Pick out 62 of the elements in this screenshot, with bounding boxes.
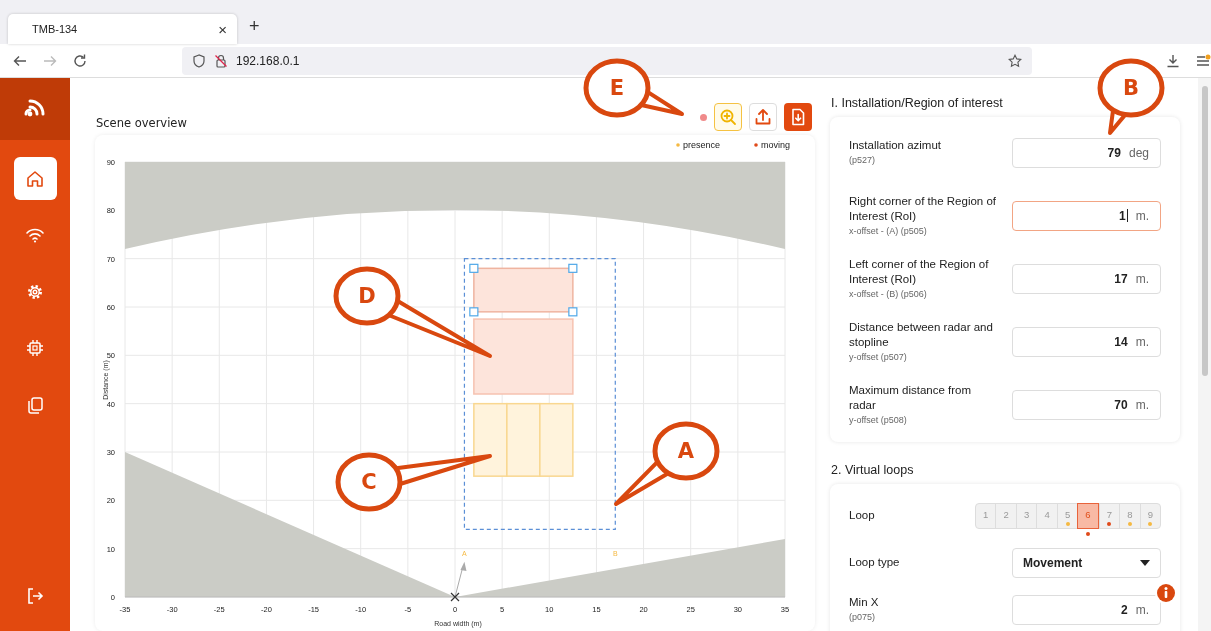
field-label: Left corner of the Region of Interest (RoI) <box>849 256 990 287</box>
parameter-hint: x-offset - (A) (p505) <box>849 224 928 238</box>
field-label: Distance between radar and stopline <box>849 319 994 350</box>
field-label: Loop type <box>849 554 901 570</box>
download-icon[interactable] <box>1165 52 1181 69</box>
address-bar[interactable]: 192.168.0.1 <box>182 46 1032 75</box>
radar-marker <box>450 592 460 602</box>
caret-down-icon <box>1140 559 1150 566</box>
loop-zone[interactable] <box>473 402 508 477</box>
zoom-in-icon <box>719 108 737 126</box>
section-title: I. Installation/Region of interest <box>830 96 1004 112</box>
chip-icon <box>25 338 45 358</box>
number-field[interactable]: 2 m. <box>1012 594 1161 625</box>
region-of-interest-outline[interactable] <box>463 258 616 530</box>
new-tab-button[interactable]: + <box>249 16 260 37</box>
sidebar-item[interactable] <box>13 157 57 200</box>
dropdown[interactable]: Movement <box>1012 547 1161 578</box>
menu-icon[interactable] <box>1195 52 1211 69</box>
shield-icon <box>192 53 206 68</box>
close-tab-button[interactable]: × <box>218 20 227 38</box>
callout: A <box>614 421 720 506</box>
field-label: Loop <box>849 507 876 523</box>
panel-title: Scene overview <box>95 116 187 130</box>
resize-handle[interactable] <box>568 307 578 317</box>
parameter-hint: (p075) <box>849 610 876 624</box>
callout: B <box>1097 58 1165 135</box>
field-label: Right corner of the Region of Interest (RoI) <box>849 193 998 224</box>
callout: D <box>333 266 492 358</box>
logout-icon <box>25 586 45 606</box>
upload-icon <box>754 108 772 126</box>
field-label: Maximum distance from radar <box>849 382 973 413</box>
insecure-lock-icon <box>214 53 228 68</box>
upload-button[interactable] <box>749 103 777 131</box>
legend-label: presence <box>683 140 721 150</box>
legend-label: moving <box>761 140 790 150</box>
reload-icon[interactable] <box>72 52 88 69</box>
home-icon <box>25 168 45 189</box>
number-field[interactable]: 70 m. <box>1012 389 1161 420</box>
number-field[interactable]: 17 m. <box>1012 263 1161 294</box>
number-field[interactable]: 1 m. <box>1012 200 1161 231</box>
callout: E <box>583 58 684 118</box>
star-icon[interactable] <box>1008 53 1022 68</box>
field-label: Min X <box>849 595 880 611</box>
parameter-hint: x-offset - (B) (p506) <box>849 287 928 301</box>
browser-tab[interactable]: TMB-134 × <box>8 14 237 44</box>
status-dot-icon <box>700 113 707 121</box>
parameter-hint: y-offset (p507) <box>849 350 908 364</box>
zoom-button[interactable] <box>714 103 742 131</box>
resize-handle[interactable] <box>469 263 479 273</box>
section-title: 2. Virtual loops <box>830 463 915 479</box>
copy-icon <box>25 394 45 415</box>
parameter-hint: (p527) <box>849 153 876 167</box>
file-download-icon <box>789 108 807 126</box>
resize-handle[interactable] <box>469 307 479 317</box>
callout: C <box>335 452 492 512</box>
number-field[interactable]: 79 deg <box>1012 137 1161 168</box>
field-label: Installation azimut <box>849 138 943 154</box>
parameter-hint: y-offset (p508) <box>849 413 908 427</box>
number-field[interactable]: 14 m. <box>1012 326 1161 357</box>
direction-arrow <box>454 561 467 598</box>
download-button[interactable] <box>784 103 812 131</box>
resize-handle[interactable] <box>568 263 578 273</box>
